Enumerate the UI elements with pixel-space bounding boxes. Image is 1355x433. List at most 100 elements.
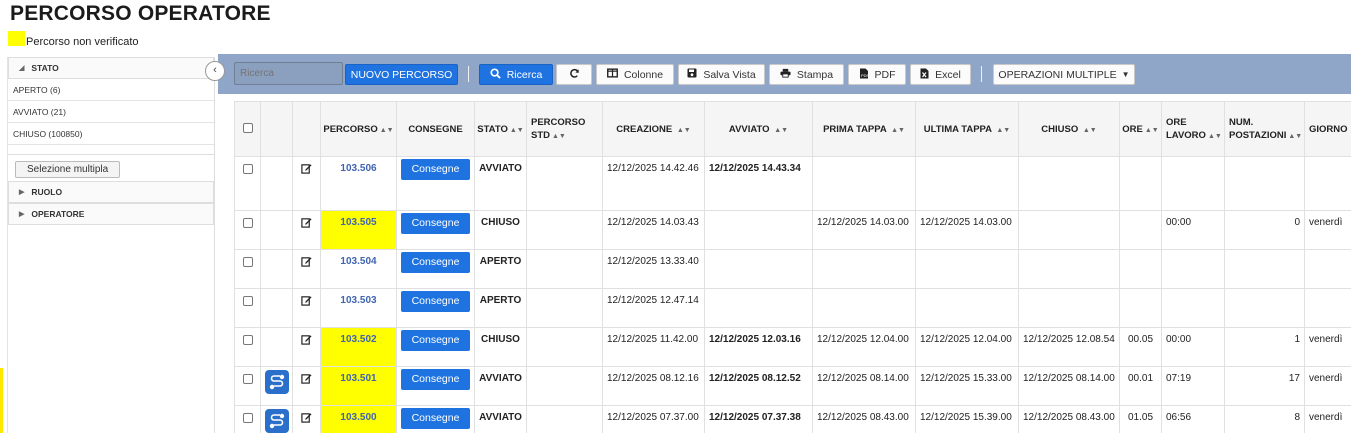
route-icon[interactable] <box>264 370 289 394</box>
header-percorso-std[interactable]: PERCORSO STD ▲▼ <box>526 101 603 157</box>
percorso-code[interactable]: 103.506 <box>320 156 397 211</box>
columns-button[interactable]: Colonne <box>596 64 674 85</box>
header-label: ORE LAVORO <box>1166 116 1206 141</box>
consegne-button[interactable]: Consegne <box>401 252 470 273</box>
refresh-button[interactable] <box>556 64 592 85</box>
facet-item-avviato[interactable]: AVVIATO (21) <box>8 101 214 123</box>
select-all-checkbox[interactable] <box>242 123 253 133</box>
facet-operatore-header[interactable]: ▶ OPERATORE <box>8 203 214 225</box>
row-checkbox[interactable] <box>242 374 253 384</box>
print-button[interactable]: Stampa <box>769 64 844 85</box>
search-input[interactable] <box>234 62 343 85</box>
avviato-cell: 12/12/2025 07.37.38 <box>704 405 813 433</box>
header-label: GIORNO <box>1309 123 1348 135</box>
header-stato[interactable]: STATO ▲▼ <box>474 101 527 157</box>
percorso-code[interactable]: 103.501 <box>320 366 397 406</box>
percorso-std-cell <box>526 249 603 289</box>
edit-icon[interactable] <box>301 257 312 270</box>
consegne-button[interactable]: Consegne <box>401 291 470 312</box>
ultima-tappa-cell <box>915 288 1019 328</box>
excel-button[interactable]: Excel <box>910 64 971 85</box>
consegne-button[interactable]: Consegne <box>401 369 470 390</box>
save-view-button[interactable]: Salva Vista <box>678 64 765 85</box>
row-checkbox[interactable] <box>242 164 253 174</box>
header-chiuso[interactable]: CHIUSO ▲▼ <box>1018 101 1120 157</box>
ultima-tappa-cell: 12/12/2025 12.04.00 <box>915 327 1019 367</box>
consegne-button[interactable]: Consegne <box>401 159 470 180</box>
row-select-cell <box>234 156 261 211</box>
consegne-cell: Consegne <box>396 405 475 433</box>
ultima-tappa-cell: 12/12/2025 15.33.00 <box>915 366 1019 406</box>
stato-cell: CHIUSO <box>474 327 527 367</box>
bulk-operations-dropdown[interactable]: OPERAZIONI MULTIPLE ▼ <box>993 64 1135 85</box>
edit-icon[interactable] <box>301 374 312 387</box>
table-row[interactable]: 103.501 Consegne AVVIATO 12/12/2025 08.12.1… <box>234 366 1351 406</box>
header-prima-tappa[interactable]: PRIMA TAPPA ▲▼ <box>812 101 916 157</box>
stato-cell: AVVIATO <box>474 156 527 211</box>
table-row[interactable]: 103.504 Consegne APERTO 12/12/2025 13.33.40 <box>234 249 1351 289</box>
header-ore[interactable]: ORE ▲▼ <box>1119 101 1162 157</box>
percorso-code[interactable]: 103.505 <box>320 210 397 250</box>
button-label: Salva Vista <box>703 68 756 81</box>
postazioni-cell: 0 <box>1224 210 1305 250</box>
row-checkbox[interactable] <box>242 413 253 423</box>
edit-icon[interactable] <box>301 218 312 231</box>
search-button[interactable]: Ricerca <box>479 64 553 85</box>
table-row[interactable]: 103.503 Consegne APERTO 12/12/2025 12.47.14 <box>234 288 1351 328</box>
table-row[interactable]: 103.502 Consegne CHIUSO 12/12/2025 11.42.00… <box>234 327 1351 367</box>
facet-ruolo-header[interactable]: ▶ RUOLO <box>8 181 214 203</box>
header-ultima-tappa[interactable]: ULTIMA TAPPA ▲▼ <box>915 101 1019 157</box>
consegne-button[interactable]: Consegne <box>401 330 470 351</box>
pdf-button[interactable]: PDF PDF <box>848 64 906 85</box>
giorno-cell: venerdì <box>1304 327 1351 367</box>
consegne-button[interactable]: Consegne <box>401 213 470 234</box>
table-row[interactable]: 103.505 Consegne CHIUSO 12/12/2025 14.03.43… <box>234 210 1351 250</box>
toolbar-divider <box>468 66 469 82</box>
header-label: CHIUSO <box>1041 123 1079 135</box>
percorso-code[interactable]: 103.503 <box>320 288 397 328</box>
header-num-postazioni[interactable]: NUM. POSTAZIONI ▲▼ <box>1224 101 1305 157</box>
percorso-code[interactable]: 103.504 <box>320 249 397 289</box>
header-creazione[interactable]: CREAZIONE ▲▼ <box>602 101 705 157</box>
sort-icon: ▲▼ <box>891 126 905 134</box>
header-ore-lavoro[interactable]: ORE LAVORO ▲▼ <box>1161 101 1225 157</box>
edit-icon[interactable] <box>301 296 312 309</box>
row-checkbox[interactable] <box>242 335 253 345</box>
facet-label: STATO <box>31 63 59 73</box>
facet-item-aperto[interactable]: APERTO (6) <box>8 79 214 101</box>
new-percorso-button[interactable]: NUOVO PERCORSO <box>345 64 458 85</box>
percorso-std-cell <box>526 405 603 433</box>
edit-icon[interactable] <box>301 413 312 426</box>
facet-item-chiuso[interactable]: CHIUSO (100850) <box>8 123 214 145</box>
ultima-tappa-cell: 12/12/2025 14.03.00 <box>915 210 1019 250</box>
postazioni-cell <box>1224 156 1305 211</box>
route-icon[interactable] <box>264 409 289 433</box>
consegne-cell: Consegne <box>396 156 475 211</box>
header-percorso[interactable]: PERCORSO ▲▼ <box>320 101 397 157</box>
row-checkbox[interactable] <box>242 257 253 267</box>
header-avviato[interactable]: AVVIATO ▲▼ <box>704 101 813 157</box>
edit-icon[interactable] <box>301 164 312 177</box>
percorso-code[interactable]: 103.502 <box>320 327 397 367</box>
ore-lavoro-cell <box>1161 156 1225 211</box>
avviato-cell <box>704 210 813 250</box>
row-edit-cell <box>292 156 321 211</box>
edit-icon[interactable] <box>301 335 312 348</box>
row-checkbox[interactable] <box>242 296 253 306</box>
percorso-code[interactable]: 103.500 <box>320 405 397 433</box>
facet-stato-header[interactable]: ◢ STATO <box>8 57 214 79</box>
search-icon <box>490 67 501 82</box>
table-row[interactable]: 103.500 Consegne AVVIATO 12/12/2025 07.37.0… <box>234 405 1351 433</box>
chevron-left-icon: ‹ <box>213 64 217 76</box>
multi-select-button[interactable]: Selezione multipla <box>15 161 121 178</box>
stato-cell: APERTO <box>474 288 527 328</box>
table-row[interactable]: 103.506 Consegne AVVIATO 12/12/2025 14.42.4… <box>234 156 1351 211</box>
row-checkbox[interactable] <box>242 218 253 228</box>
header-label: AVVIATO <box>728 123 770 135</box>
consegne-button[interactable]: Consegne <box>401 408 470 429</box>
sidebar-collapse-button[interactable]: ‹ <box>205 61 225 81</box>
header-giorno[interactable]: GIORNO <box>1304 101 1351 157</box>
stato-cell: CHIUSO <box>474 210 527 250</box>
creazione-cell: 12/12/2025 08.12.16 <box>602 366 705 406</box>
ore-cell <box>1119 156 1162 211</box>
